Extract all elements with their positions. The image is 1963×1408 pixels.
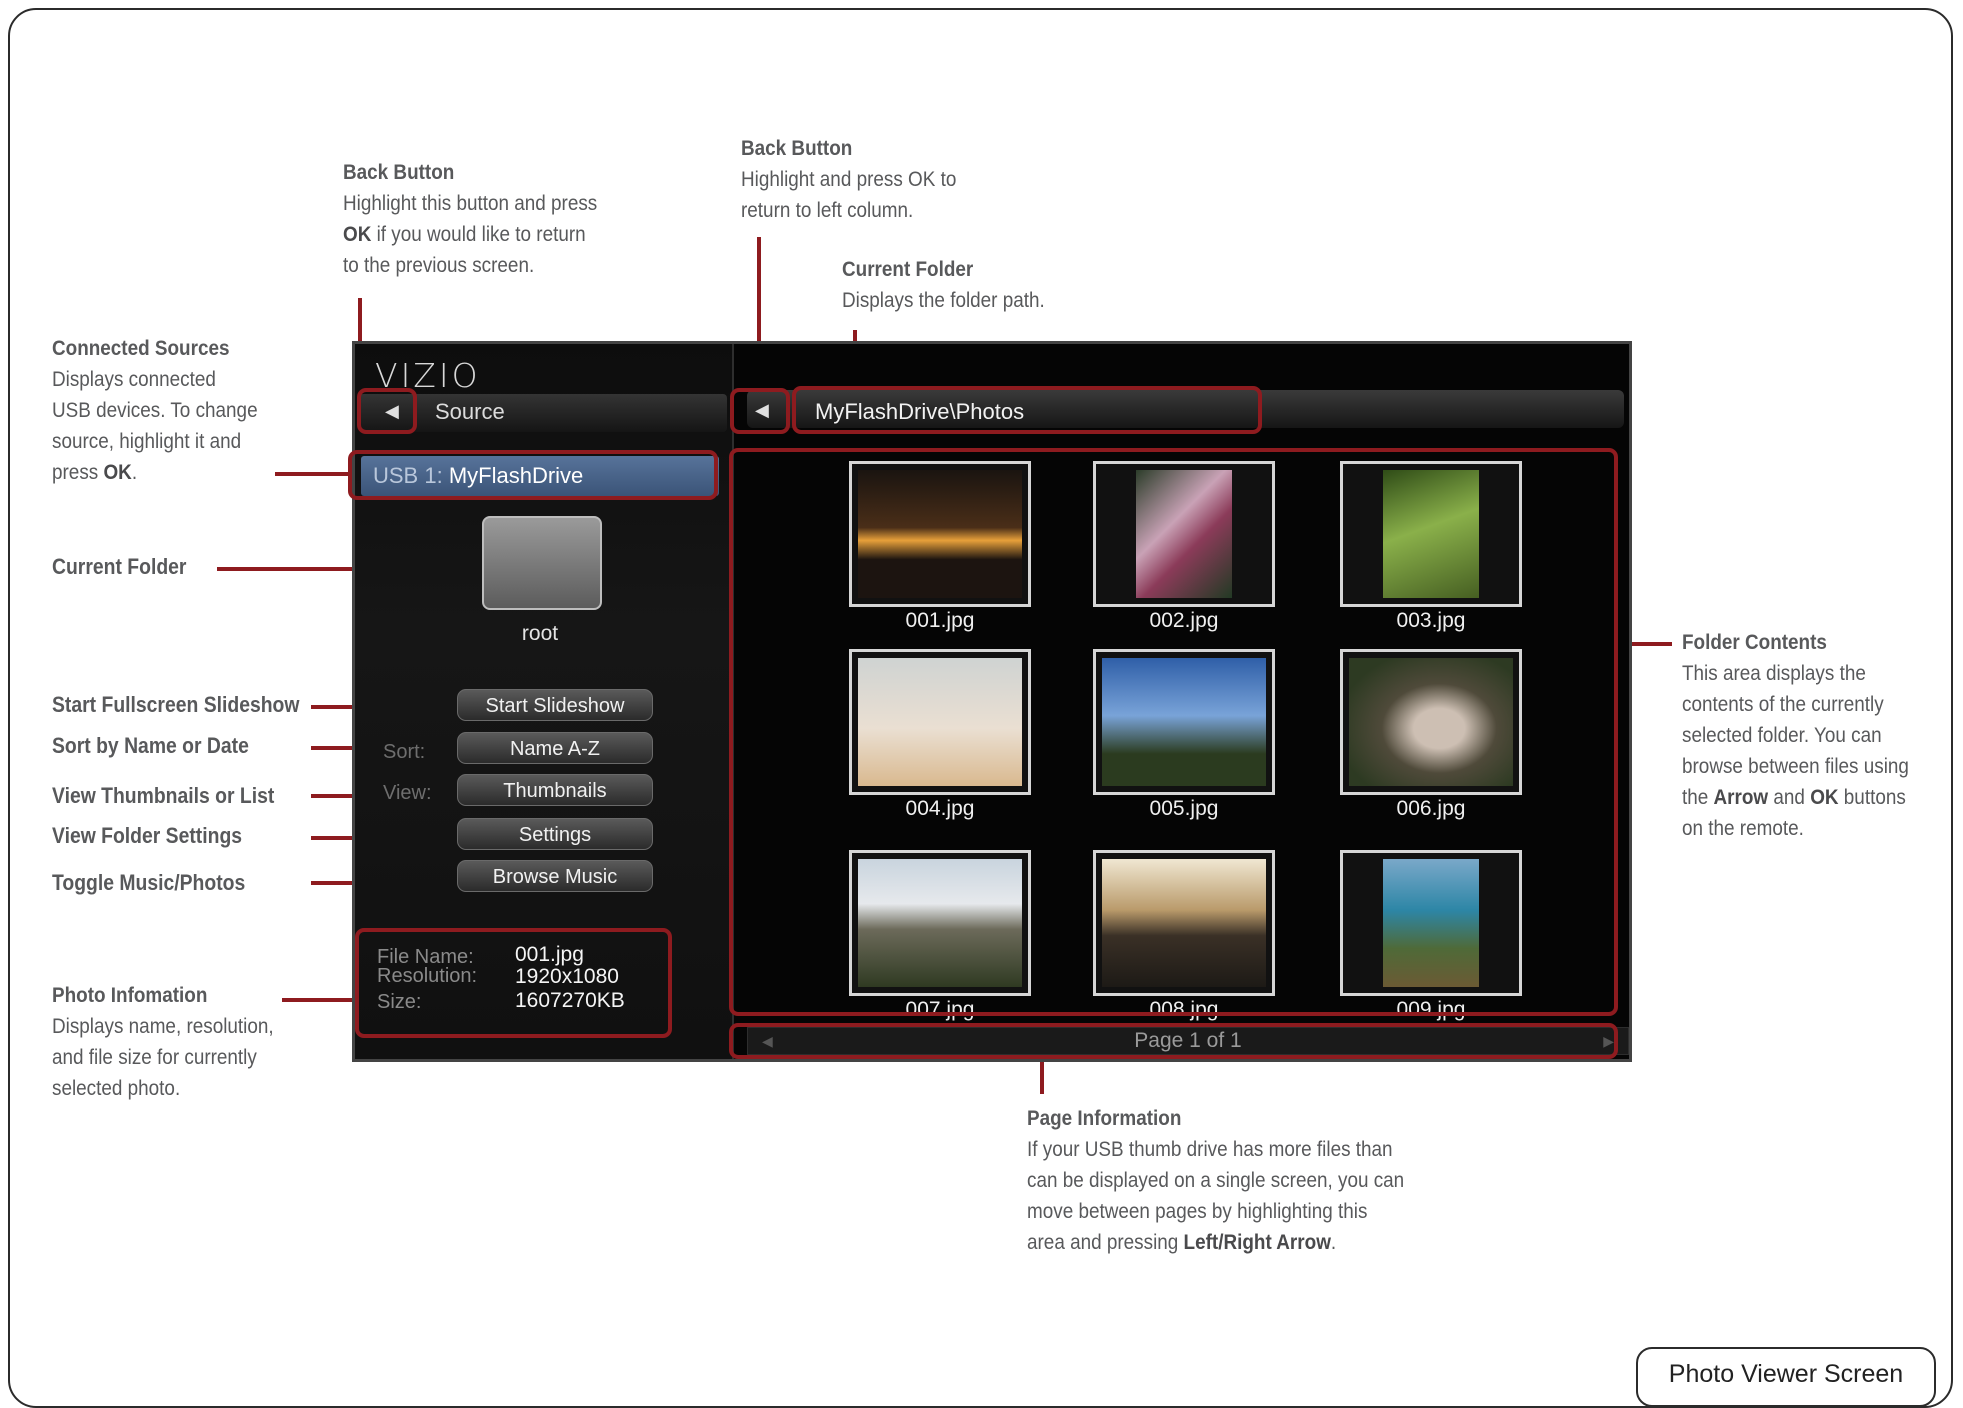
leader-line	[1040, 1058, 1044, 1094]
folder-icon	[482, 516, 602, 610]
callout-line: press	[52, 461, 104, 484]
highlight-back-button-right	[730, 388, 790, 434]
highlight-back-button	[357, 388, 417, 434]
callout-line: If your USB thumb drive has more files t…	[1027, 1138, 1393, 1161]
callout-line: USB devices. To change	[52, 399, 258, 422]
callout-back-button-right: Back Button Highlight and press OK to re…	[741, 133, 956, 226]
label-view: View Thumbnails or List	[52, 783, 275, 808]
callout-back-button-left: Back Button Highlight this button and pr…	[343, 157, 597, 281]
callout-line: can be displayed on a single screen, you…	[1027, 1169, 1405, 1192]
callout-line: area and pressing	[1027, 1231, 1184, 1254]
callout-line: Displays name, resolution,	[52, 1015, 274, 1038]
callout-line: .	[131, 461, 138, 484]
label-sort: Sort by Name or Date	[52, 733, 249, 758]
callout-title: Folder Contents	[1682, 631, 1827, 654]
callout-line: Highlight this button and press	[343, 192, 598, 215]
view-button[interactable]: Thumbnails	[457, 774, 653, 806]
start-slideshow-button[interactable]: Start Slideshow	[457, 689, 653, 721]
highlight-pager	[729, 1023, 1618, 1059]
label-start-slideshow: Start Fullscreen Slideshow	[52, 692, 300, 717]
highlight-photo-info	[355, 928, 672, 1038]
label-settings: View Folder Settings	[52, 823, 243, 848]
callout-line: move between pages by highlighting this	[1027, 1200, 1368, 1223]
callout-bold: OK	[1810, 786, 1839, 809]
callout-line: buttons	[1838, 786, 1906, 809]
callout-line: Displays the folder path.	[842, 289, 1045, 312]
leader-line	[282, 998, 355, 1002]
callout-page-info: Page Information If your USB thumb drive…	[1027, 1103, 1404, 1258]
leader-line	[275, 472, 351, 476]
callout-line: Highlight and press OK to	[741, 168, 957, 191]
callout-bold: OK	[103, 461, 132, 484]
settings-button[interactable]: Settings	[457, 818, 653, 850]
callout-line: source, highlight it and	[52, 430, 242, 453]
sort-label: Sort:	[383, 741, 426, 763]
source-label: Source	[435, 399, 505, 424]
callout-line: on the remote.	[1682, 817, 1804, 840]
callout-line: selected folder. You can	[1682, 724, 1882, 747]
browse-music-button[interactable]: Browse Music	[457, 860, 653, 892]
view-label: View:	[383, 782, 432, 804]
highlight-path	[792, 386, 1262, 434]
folder-name: root	[521, 622, 559, 645]
label-current-folder: Current Folder	[52, 554, 187, 579]
callout-line: selected photo.	[52, 1077, 181, 1100]
callout-folder-contents: Folder Contents This area displays the c…	[1682, 627, 1909, 844]
highlight-source	[348, 450, 718, 500]
callout-line: This area displays the	[1682, 662, 1866, 685]
callout-photo-info: Photo Infomation Displays name, resoluti…	[52, 980, 274, 1104]
callout-bold: Left/Right Arrow	[1183, 1231, 1331, 1254]
highlight-folder-contents	[729, 448, 1618, 1016]
label-toggle: Toggle Music/Photos	[52, 870, 246, 895]
callout-line: browse between files using	[1682, 755, 1909, 778]
callout-title: Page Information	[1027, 1107, 1182, 1130]
current-folder[interactable]: root	[430, 504, 630, 659]
callout-line: .	[1330, 1231, 1337, 1254]
callout-line: the	[1682, 786, 1714, 809]
callout-title: Back Button	[741, 137, 853, 160]
page-tab: Photo Viewer Screen	[1636, 1347, 1936, 1407]
callout-line: return to left column.	[741, 199, 914, 222]
sort-button[interactable]: Name A-Z	[457, 732, 653, 764]
callout-title: Back Button	[343, 161, 455, 184]
callout-bold: OK	[343, 223, 372, 246]
callout-line: and file size for currently	[52, 1046, 257, 1069]
callout-line: if you would like to return	[371, 223, 586, 246]
callout-line: and	[1768, 786, 1811, 809]
callout-line: Displays connected	[52, 368, 216, 391]
callout-title: Photo Infomation	[52, 984, 208, 1007]
callout-bold: Arrow	[1713, 786, 1769, 809]
callout-line: to the previous screen.	[343, 254, 535, 277]
callout-current-folder-top: Current Folder Displays the folder path.	[842, 254, 1045, 316]
callout-connected-sources: Connected Sources Displays connected USB…	[52, 333, 258, 488]
callout-title: Connected Sources	[52, 337, 230, 360]
callout-line: contents of the currently	[1682, 693, 1884, 716]
callout-title: Current Folder	[842, 258, 974, 281]
